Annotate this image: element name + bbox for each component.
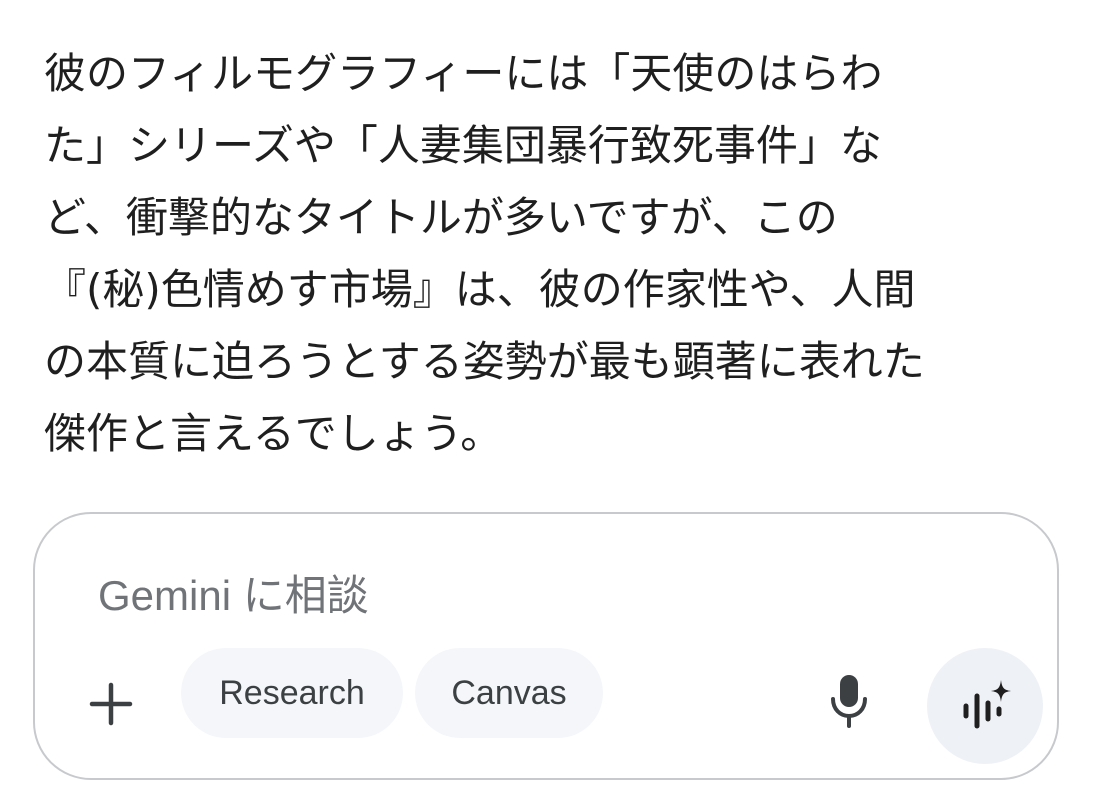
response-line: ど、衝撃的なタイトルが多いですが、この bbox=[44, 193, 838, 242]
response-line: 彼のフィルモグラフィーには「天使のはらわ bbox=[44, 49, 883, 98]
prompt-composer: Gemini に相談 Research Canvas bbox=[33, 512, 1059, 780]
response-line: 傑作と言えるでしょう。 bbox=[44, 409, 503, 458]
response-line: の本質に迫ろうとする姿勢が最も顕著に表れた bbox=[44, 337, 925, 386]
response-line: た」シリーズや「人妻集団暴行致死事件」な bbox=[44, 121, 882, 170]
add-attachment-button[interactable] bbox=[81, 674, 141, 734]
prompt-input[interactable]: Gemini に相談 bbox=[98, 562, 369, 623]
microphone-button[interactable] bbox=[821, 666, 877, 736]
response-text: 彼のフィルモグラフィーには「天使のはらわ た」シリーズや「人妻集団暴行致死事件」… bbox=[44, 38, 1054, 470]
response-line: 『(秘)色情めす市場』は、彼の作家性や、人間 bbox=[44, 265, 916, 314]
microphone-icon bbox=[831, 675, 867, 728]
gemini-live-button[interactable] bbox=[927, 648, 1043, 764]
gemini-live-icon bbox=[963, 680, 1011, 729]
plus-icon bbox=[89, 682, 133, 726]
canvas-chip[interactable]: Canvas bbox=[415, 648, 603, 738]
research-chip[interactable]: Research bbox=[181, 648, 403, 738]
